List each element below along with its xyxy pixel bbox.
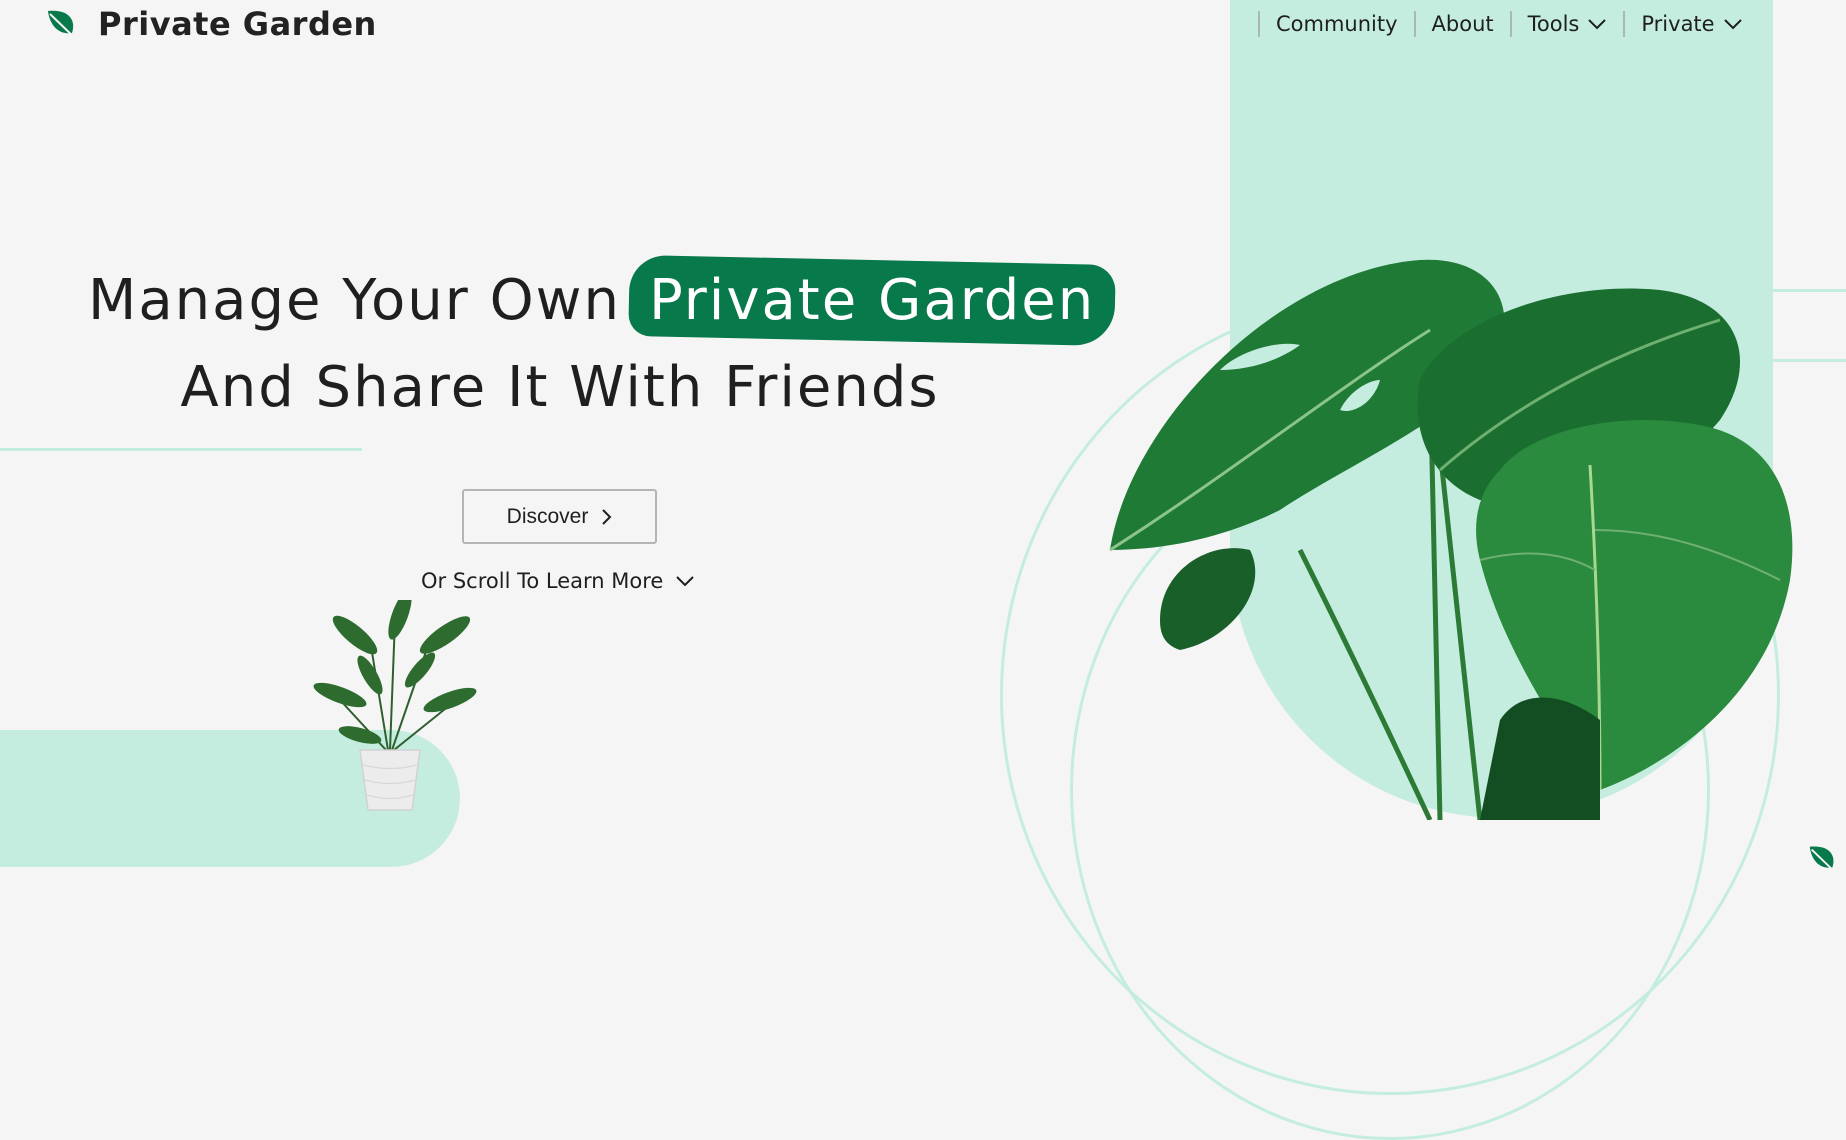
- nav-item-private[interactable]: Private: [1623, 11, 1758, 37]
- chevron-down-icon: [1723, 19, 1742, 30]
- leaf-icon: [48, 10, 78, 41]
- hero-highlight: Private Garden: [628, 254, 1117, 346]
- main-nav: Community About Tools Private: [1258, 8, 1759, 40]
- potted-plant-image: [313, 600, 477, 811]
- nav-item-community[interactable]: Community: [1258, 11, 1414, 37]
- decorative-line: [0, 448, 362, 451]
- nav-label: Community: [1276, 12, 1398, 36]
- brand-name: Private Garden: [98, 5, 377, 43]
- nav-label: Tools: [1527, 12, 1580, 36]
- discover-button-label: Discover: [506, 504, 589, 528]
- hero-highlight-text: Private Garden: [648, 267, 1096, 333]
- nav-label: Private: [1641, 12, 1715, 36]
- chevron-down-icon: [676, 576, 695, 587]
- chevron-down-icon: [1588, 19, 1607, 30]
- chevron-right-icon: [602, 508, 612, 525]
- hero-heading-line-2: And Share It With Friends: [180, 355, 940, 420]
- hero-heading-prefix: Manage Your Own: [88, 267, 621, 333]
- nav-item-about[interactable]: About: [1413, 11, 1510, 37]
- scroll-hint-label: Or Scroll To Learn More: [421, 569, 664, 593]
- scroll-hint-link[interactable]: Or Scroll To Learn More: [421, 566, 695, 596]
- monstera-plant-image: [1109, 259, 1793, 820]
- brand-logo-link[interactable]: Private Garden: [44, 0, 377, 48]
- nav-label: About: [1431, 12, 1494, 36]
- hero-heading-line-1: Manage Your Own Private Garden: [88, 250, 1117, 350]
- leaf-icon: [1809, 846, 1838, 875]
- nav-item-tools[interactable]: Tools: [1509, 11, 1624, 37]
- discover-button[interactable]: Discover: [462, 489, 657, 544]
